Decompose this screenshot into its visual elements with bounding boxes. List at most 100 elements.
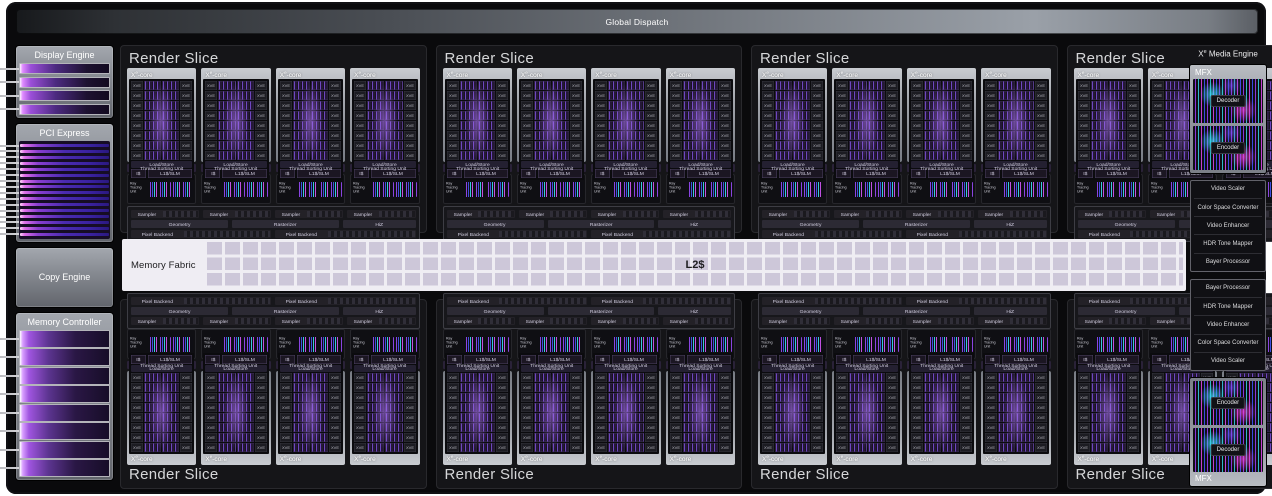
xve-alu-stripes bbox=[460, 403, 477, 412]
xve-unit: XVE bbox=[645, 403, 657, 412]
media-pipeline-item: HDR Tone Mapper bbox=[1194, 235, 1262, 253]
ray-tracing-stripes bbox=[298, 182, 320, 197]
xve-label: XVE bbox=[597, 103, 605, 108]
xve-alu-stripes bbox=[478, 373, 495, 382]
sampler-stripes bbox=[307, 211, 342, 217]
xve-grid: XVEXVEXVEXVEXVEXVEXVEXVEXVEXVEXVEXVEXVEX… bbox=[131, 373, 192, 452]
xve-label: XVE bbox=[133, 395, 141, 400]
instruction-cache-label: I$ bbox=[1083, 171, 1087, 177]
xve-unit: XVE bbox=[719, 423, 731, 432]
instruction-cache-label: I$ bbox=[916, 357, 920, 363]
xve-alu-stripes bbox=[534, 413, 551, 422]
xve-alu-stripes bbox=[144, 373, 161, 382]
xve-unit: XVE bbox=[354, 81, 366, 90]
xve-label: XVE bbox=[764, 153, 772, 158]
xve-unit: XVE bbox=[180, 393, 192, 402]
pci-express-lane-stripe bbox=[20, 156, 109, 159]
xve-alu-stripes bbox=[924, 91, 941, 100]
xve-alu-stripes bbox=[1109, 383, 1126, 392]
xve-label: XVE bbox=[838, 113, 846, 118]
xve-grid: XVEXVEXVEXVEXVEXVEXVEXVEXVEXVEXVEXVEXVEX… bbox=[354, 373, 415, 452]
xve-alu-stripes bbox=[868, 443, 885, 452]
pixel-backend-unit: Pixel Backend bbox=[131, 230, 271, 238]
xve-row: XVEXVE bbox=[280, 433, 341, 442]
xve-row: XVEXVE bbox=[595, 393, 656, 402]
xve-unit: XVE bbox=[960, 91, 972, 100]
xve-alu-stripes bbox=[552, 433, 569, 442]
xve-row: XVEXVE bbox=[836, 373, 897, 382]
ray-tracing-unit-label: Ray Tracing Unit bbox=[984, 337, 1001, 349]
xe-core-column: Xe-core XVEXVEXVEXVEXVEXVEXVEXVEXVEXVEXV… bbox=[127, 329, 196, 465]
xve-unit: XVE bbox=[762, 101, 774, 110]
xve-unit: XVE bbox=[205, 403, 217, 412]
ray-tracing-stripes bbox=[1267, 337, 1272, 352]
xve-row: XVEXVE bbox=[911, 111, 972, 120]
xve-alu-stripes bbox=[534, 403, 551, 412]
ray-tracing-stripes bbox=[1267, 182, 1272, 197]
instruction-cache-label: I$ bbox=[211, 357, 215, 363]
xve-label: XVE bbox=[257, 405, 265, 410]
sampler-unit: Sampler bbox=[131, 317, 199, 325]
xve-row: XVEXVE bbox=[205, 383, 266, 392]
ray-tracing-unit-label: Ray Tracing Unit bbox=[910, 182, 927, 194]
xve-alu-stripes bbox=[460, 443, 477, 452]
ray-tracing-unit-label: Ray Tracing Unit bbox=[520, 182, 537, 194]
xve-label: XVE bbox=[1080, 153, 1088, 158]
xe-core: Xe-core XVEXVEXVEXVEXVEXVEXVEXVEXVEXVEXV… bbox=[276, 68, 345, 162]
xve-row: XVEXVE bbox=[670, 373, 731, 382]
xve-label: XVE bbox=[356, 103, 364, 108]
xve-row: XVEXVE bbox=[280, 111, 341, 120]
geometry-label: Geometry bbox=[800, 308, 822, 314]
ray-tracing-unit-label: Ray Tracing Unit bbox=[835, 182, 852, 194]
pixel-backend-unit: Pixel Backend bbox=[762, 230, 902, 238]
ray-tracing-stripes bbox=[298, 337, 320, 352]
xve-label: XVE bbox=[1080, 395, 1088, 400]
xve-alu-stripes bbox=[683, 101, 700, 110]
xve-alu-stripes bbox=[942, 443, 959, 452]
xve-unit: XVE bbox=[131, 443, 143, 452]
xve-alu-stripes bbox=[683, 91, 700, 100]
pixel-backend-stripes bbox=[959, 231, 1046, 237]
l1-slm-label: L1$/SLM bbox=[235, 171, 255, 177]
display-engine-lane-stripe bbox=[19, 90, 110, 101]
xve-row: XVEXVE bbox=[911, 141, 972, 150]
xve-label: XVE bbox=[572, 103, 580, 108]
xve-row: XVEXVE bbox=[447, 393, 508, 402]
xve-label: XVE bbox=[406, 445, 414, 450]
xve-alu-stripes bbox=[218, 383, 235, 392]
xve-alu-stripes bbox=[367, 443, 384, 452]
xve-label: XVE bbox=[523, 415, 531, 420]
xve-label: XVE bbox=[572, 385, 580, 390]
xve-alu-stripes bbox=[626, 81, 643, 90]
xve-label: XVE bbox=[597, 405, 605, 410]
xve-unit: XVE bbox=[719, 383, 731, 392]
pixel-backend-stripes bbox=[184, 298, 271, 304]
gpu-die: Global Dispatch Display EnginePCI Expres… bbox=[6, 2, 1266, 494]
xve-label: XVE bbox=[1080, 143, 1088, 148]
xve-label: XVE bbox=[449, 113, 457, 118]
xve-unit: XVE bbox=[404, 131, 416, 140]
xe-core-column: Xe-core XVEXVEXVEXVEXVEXVEXVEXVEXVEXVEXV… bbox=[591, 329, 660, 465]
xve-unit: XVE bbox=[496, 81, 508, 90]
thread-sorting-unit-label: Thread Sorting Unit bbox=[530, 362, 573, 368]
xve-unit: XVE bbox=[404, 151, 416, 160]
ray-tracing-stripes bbox=[688, 182, 710, 197]
xve-label: XVE bbox=[962, 415, 970, 420]
xve-alu-stripes bbox=[162, 373, 179, 382]
xve-label: XVE bbox=[647, 153, 655, 158]
xve-row: XVEXVE bbox=[911, 383, 972, 392]
xve-label: XVE bbox=[647, 143, 655, 148]
xve-unit: XVE bbox=[670, 443, 682, 452]
xve-unit: XVE bbox=[1035, 413, 1047, 422]
ray-tracing-stripes bbox=[1003, 337, 1025, 352]
xve-grid: XVEXVEXVEXVEXVEXVEXVEXVEXVEXVEXVEXVEXVEX… bbox=[985, 81, 1046, 160]
xe-core-column: Xe-core XVEXVEXVEXVEXVEXVEXVEXVEXVEXVEXV… bbox=[201, 68, 270, 204]
pci-express-lane-stripe bbox=[20, 227, 109, 230]
xve-alu-stripes bbox=[849, 433, 866, 442]
xve-label: XVE bbox=[282, 143, 290, 148]
xve-unit: XVE bbox=[719, 433, 731, 442]
media-pipeline-item: Video Scaler bbox=[1194, 353, 1262, 370]
pixel-backend-label-wrap: Pixel Backend bbox=[275, 230, 327, 239]
xve-row: XVEXVE bbox=[447, 403, 508, 412]
xe-core-label: Xe-core bbox=[352, 70, 417, 79]
